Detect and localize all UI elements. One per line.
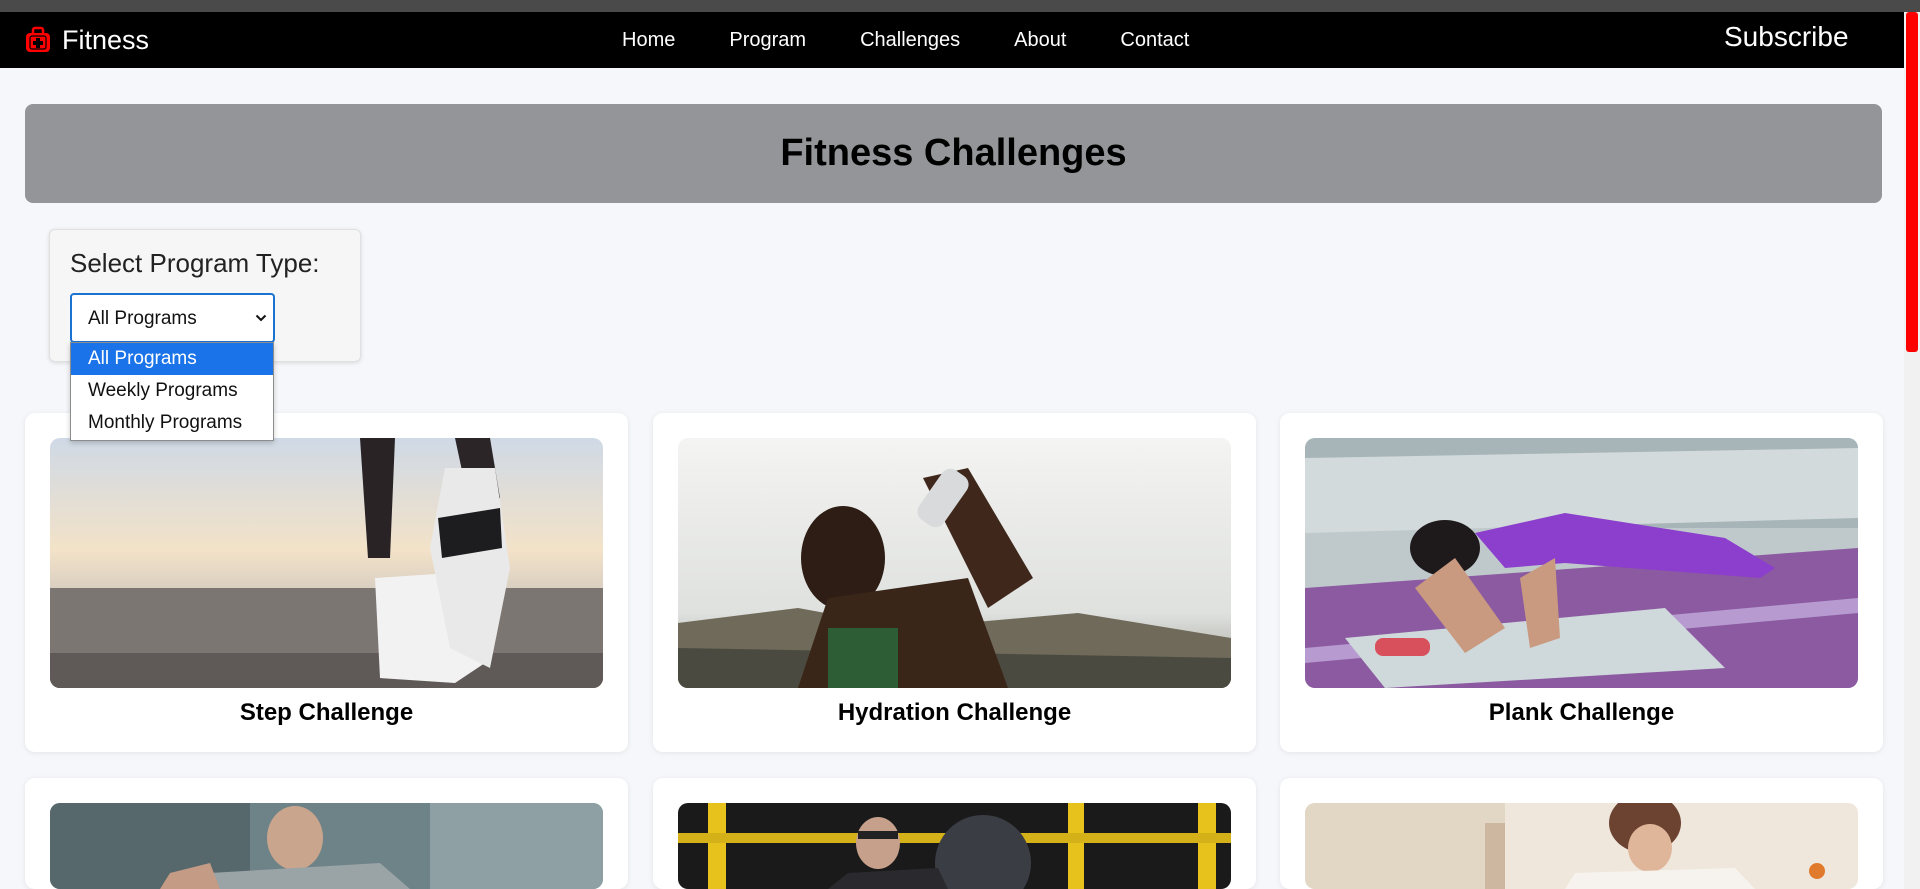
nav-program[interactable]: Program — [729, 29, 806, 52]
nav-contact[interactable]: Contact — [1120, 29, 1189, 52]
challenge-card-step[interactable]: Step Challenge — [25, 413, 628, 752]
brand-logo[interactable]: Fitness — [24, 24, 149, 56]
program-type-select[interactable]: All Programs — [70, 293, 275, 343]
athlete-drinking-water-photo — [678, 438, 1231, 688]
first-aid-kit-icon — [26, 26, 50, 52]
brand-name: Fitness — [62, 24, 150, 55]
card-title: Plank Challenge — [1488, 699, 1675, 726]
nav-about[interactable]: About — [1014, 29, 1066, 52]
challenge-card-plank[interactable]: Plank Challenge — [1280, 413, 1883, 752]
option-all-programs[interactable]: All Programs — [71, 343, 273, 375]
challenge-card-hydration[interactable]: Hydration Challenge — [653, 413, 1256, 752]
program-type-dropdown: All Programs Weekly Programs Monthly Pro… — [70, 342, 274, 441]
program-type-selected-value: All Programs — [88, 308, 197, 329]
card-title: Step Challenge — [239, 699, 414, 726]
nav-challenges[interactable]: Challenges — [860, 29, 960, 52]
man-stretching-photo — [50, 803, 603, 889]
card-title: Hydration Challenge — [837, 699, 1072, 726]
option-monthly-programs[interactable]: Monthly Programs — [71, 407, 273, 439]
option-weekly-programs[interactable]: Weekly Programs — [71, 375, 273, 407]
challenge-card-5[interactable] — [653, 778, 1256, 889]
woman-healthy-snack-photo — [1305, 803, 1858, 889]
challenge-card-6[interactable] — [1280, 778, 1883, 889]
page-scrollbar[interactable] — [1904, 12, 1920, 889]
running-shoe-photo — [50, 438, 603, 688]
browser-top-strip — [0, 0, 1920, 12]
chevron-down-icon — [255, 314, 267, 322]
scrollbar-thumb[interactable] — [1906, 12, 1918, 352]
nav-home[interactable]: Home — [622, 29, 675, 52]
challenge-card-4[interactable] — [25, 778, 628, 889]
subscribe-button[interactable]: Subscribe — [1724, 21, 1849, 53]
navbar: Fitness Home Program Challenges About Co… — [0, 12, 1904, 68]
program-type-label: Select Program Type: — [70, 248, 320, 278]
medicine-ball-workout-photo — [678, 803, 1231, 889]
woman-planking-photo — [1305, 438, 1858, 688]
nav-links: Home Program Challenges About Contact — [622, 12, 1243, 68]
hero-banner: Fitness Challenges — [25, 104, 1882, 203]
page-title: Fitness Challenges — [780, 132, 1127, 174]
